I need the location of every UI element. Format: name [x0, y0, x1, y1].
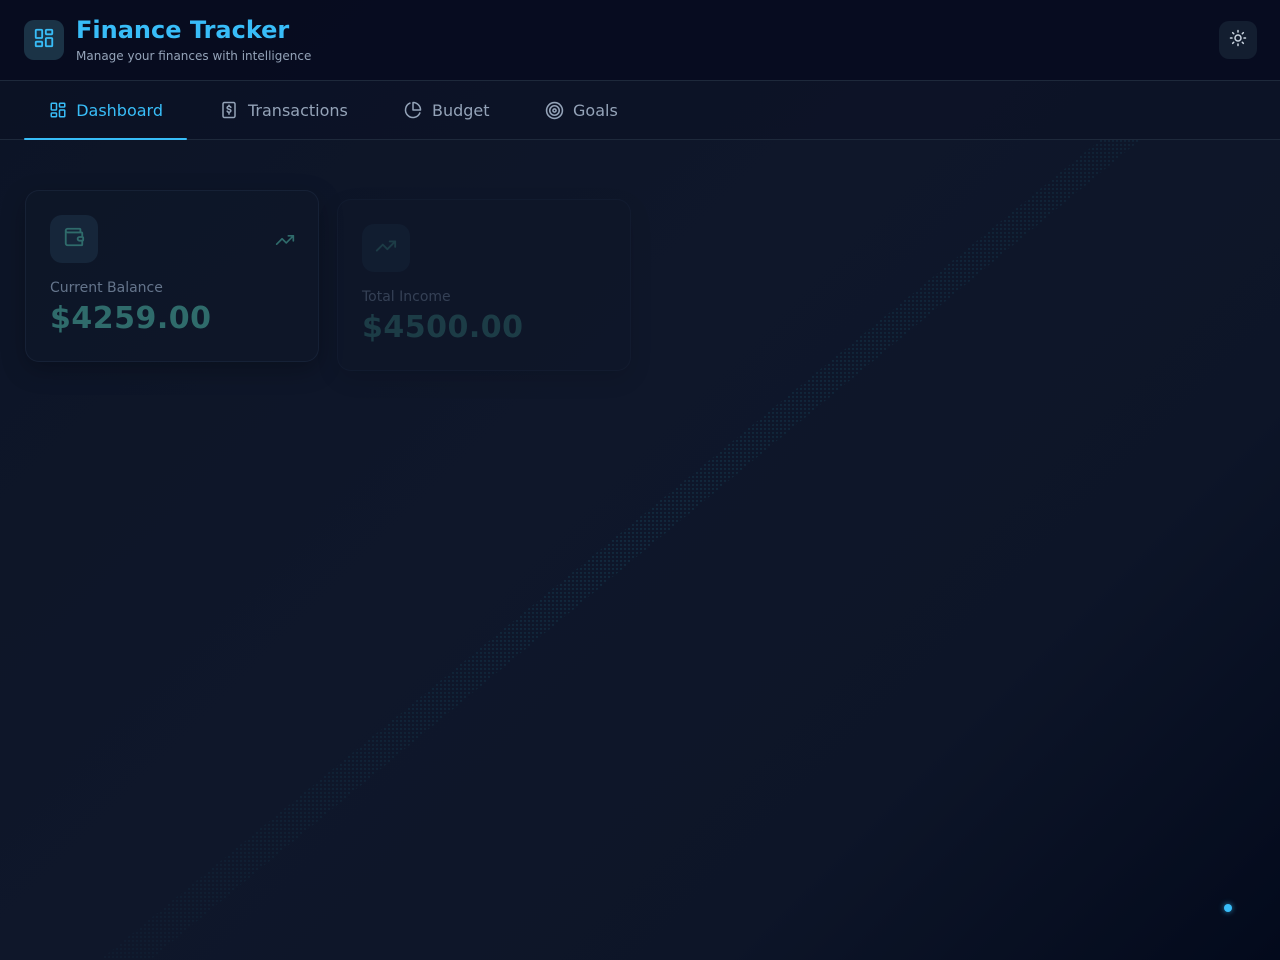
status-indicator	[1224, 904, 1232, 912]
sun-icon	[1229, 29, 1247, 51]
target-icon	[544, 100, 564, 120]
wallet-icon	[63, 226, 85, 252]
card-value: $4500.00	[362, 310, 524, 345]
income-card: Total Income $4500.00	[337, 199, 631, 371]
trending-up-icon	[274, 229, 296, 251]
app-subtitle: Manage your finances with intelligence	[76, 49, 312, 63]
tab-label: Budget	[432, 100, 490, 120]
app-header: Finance Tracker Manage your finances wit…	[0, 0, 1280, 81]
trending-up-icon	[375, 235, 397, 261]
balance-card: Current Balance $4259.00	[25, 190, 319, 362]
main-tabs: Dashboard Transactions Budget Goals	[0, 81, 1280, 140]
tab-dashboard[interactable]: Dashboard	[24, 81, 187, 140]
tab-label: Transactions	[248, 100, 348, 120]
dollar-receipt-icon	[219, 100, 239, 120]
card-label: Total Income	[362, 289, 451, 305]
theme-toggle-button[interactable]	[1219, 21, 1257, 59]
tab-label: Dashboard	[76, 100, 163, 120]
dashboard-grid-icon	[33, 27, 55, 53]
card-icon-box	[362, 224, 410, 272]
card-value: $4259.00	[50, 301, 212, 336]
tab-goals[interactable]: Goals	[544, 81, 618, 139]
background-diagonal-pattern	[100, 140, 1140, 960]
tab-transactions[interactable]: Transactions	[219, 81, 348, 139]
tab-label: Goals	[573, 100, 618, 120]
dashboard-grid-icon	[48, 100, 67, 120]
tab-budget[interactable]: Budget	[403, 81, 490, 139]
app-title: Finance Tracker	[76, 16, 290, 44]
pie-chart-icon	[403, 100, 423, 120]
app-logo	[24, 20, 64, 60]
card-icon-box	[50, 215, 98, 263]
card-label: Current Balance	[50, 280, 163, 296]
